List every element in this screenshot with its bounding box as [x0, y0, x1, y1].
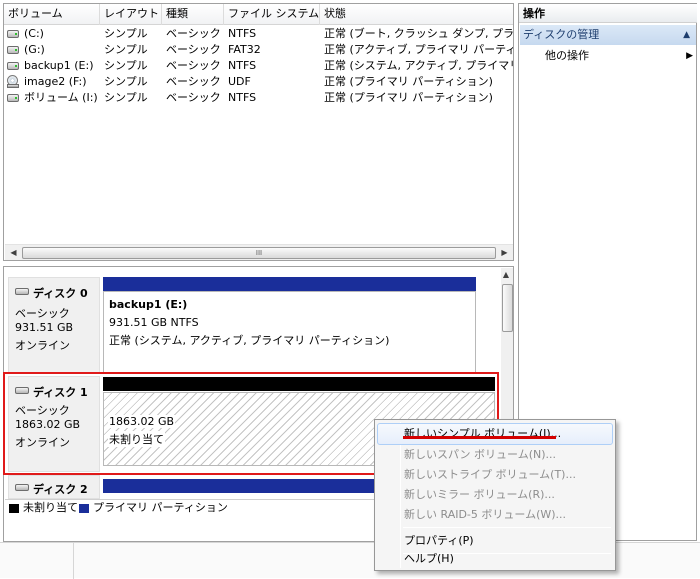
- actions-other-label: 他の操作: [545, 49, 589, 62]
- disk-2-info[interactable]: ディスク 2: [8, 475, 100, 499]
- drive-icon: [7, 46, 19, 54]
- column-header-volume[interactable]: ボリューム: [4, 4, 100, 25]
- volume-type: ベーシック: [166, 27, 221, 40]
- legend: 未割り当て プライマリ パーティション: [5, 499, 385, 517]
- volume-name: (G:): [24, 43, 45, 56]
- volume-type: ベーシック: [166, 91, 221, 104]
- drive-icon: [7, 30, 19, 38]
- menu-item-help[interactable]: ヘルプ(H): [377, 548, 613, 570]
- primary-partition-bar: [103, 277, 476, 291]
- volume-layout: シンプル: [104, 75, 148, 88]
- volume-status: 正常 (アクティブ, プライマリ パーティシ: [324, 43, 513, 56]
- menu-item-new-striped-volume[interactable]: 新しいストライプ ボリューム(T)...: [377, 464, 613, 486]
- volume-row[interactable]: image2 (F:) シンプル ベーシック UDF 正常 (プライマリ パーテ…: [4, 74, 513, 91]
- volume-list-pane: ボリューム レイアウト 種類 ファイル システム 状態 (C:) シンプル ベー…: [3, 3, 514, 261]
- disk-kind: ベーシック: [15, 307, 70, 320]
- disk-state: オンライン: [15, 339, 70, 352]
- column-header-layout[interactable]: レイアウト: [100, 4, 162, 25]
- volume-layout: シンプル: [104, 27, 148, 40]
- partition-status: 正常 (システム, アクティブ, プライマリ パーティション): [109, 334, 390, 347]
- menu-item-new-spanned-volume[interactable]: 新しいスパン ボリューム(N)...: [377, 444, 613, 466]
- volume-type: ベーシック: [166, 75, 221, 88]
- actions-section-disk-management[interactable]: ディスクの管理 ▲: [520, 25, 696, 45]
- volume-layout: シンプル: [104, 59, 148, 72]
- volume-name: backup1 (E:): [24, 59, 94, 72]
- column-header-type[interactable]: 種類: [162, 4, 224, 25]
- actions-other-item[interactable]: 他の操作 ▶: [545, 47, 695, 65]
- disk-icon: [15, 484, 29, 491]
- volume-row[interactable]: (C:) シンプル ベーシック NTFS 正常 (ブート, クラッシュ ダンプ,…: [4, 26, 513, 43]
- volume-name: (C:): [24, 27, 44, 40]
- scroll-right-arrow-icon[interactable]: ▶: [497, 246, 512, 260]
- menu-separator: [403, 527, 611, 528]
- volume-type: ベーシック: [166, 59, 221, 72]
- volume-row[interactable]: (G:) シンプル ベーシック FAT32 正常 (アクティブ, プライマリ パ…: [4, 42, 513, 59]
- collapse-arrow-icon[interactable]: ▲: [683, 25, 690, 45]
- volume-row[interactable]: backup1 (E:) シンプル ベーシック NTFS 正常 (システム, ア…: [4, 58, 513, 75]
- disk-title: ディスク 0: [33, 287, 88, 300]
- volume-filesystem: FAT32: [228, 43, 261, 56]
- volume-filesystem: NTFS: [228, 91, 257, 104]
- scroll-grip: III: [255, 249, 263, 257]
- volume-type: ベーシック: [166, 43, 221, 56]
- volume-layout: シンプル: [104, 91, 148, 104]
- partition-name: backup1 (E:): [109, 298, 188, 311]
- volume-status: 正常 (システム, アクティブ, プライマリ パ: [324, 59, 513, 72]
- disk-0-info[interactable]: ディスク 0 ベーシック 931.51 GB オンライン: [8, 277, 100, 373]
- volume-status: 正常 (プライマリ パーティション): [324, 91, 493, 104]
- actions-title: 操作: [519, 3, 697, 23]
- drive-icon: [7, 62, 19, 70]
- volume-name: ボリューム (I:): [24, 91, 98, 104]
- horizontal-scrollbar[interactable]: ◀ III ▶: [5, 244, 513, 260]
- volume-row[interactable]: ボリューム (I:) シンプル ベーシック NTFS 正常 (プライマリ パーテ…: [4, 90, 513, 107]
- disk-icon: [15, 288, 29, 295]
- highlight-underline: [403, 436, 556, 439]
- context-menu: 新しいシンプル ボリューム(I)... 新しいスパン ボリューム(N)... 新…: [374, 419, 616, 571]
- volume-filesystem: NTFS: [228, 59, 257, 72]
- volume-status: 正常 (ブート, クラッシュ ダンプ, プライ: [324, 27, 513, 40]
- column-header-filesystem[interactable]: ファイル システム: [224, 4, 320, 25]
- drive-icon: [7, 94, 19, 102]
- cd-drive-icon: [7, 75, 19, 88]
- legend-swatch-primary: [79, 504, 89, 513]
- partition-size-fs: 931.51 GB NTFS: [109, 316, 199, 329]
- menu-item-new-raid5-volume[interactable]: 新しい RAID-5 ボリューム(W)...: [377, 504, 613, 526]
- legend-unallocated: 未割り当て: [23, 501, 78, 514]
- disk-size: 931.51 GB: [15, 321, 74, 334]
- volume-list-header: ボリューム レイアウト 種類 ファイル システム 状態: [4, 4, 513, 25]
- horizontal-scroll-thumb[interactable]: III: [22, 247, 496, 259]
- volume-filesystem: NTFS: [228, 27, 257, 40]
- menu-item-new-simple-volume[interactable]: 新しいシンプル ボリューム(I)...: [377, 423, 613, 445]
- volume-name: image2 (F:): [24, 75, 87, 88]
- volume-layout: シンプル: [104, 43, 148, 56]
- legend-primary: プライマリ パーティション: [93, 501, 228, 514]
- vertical-scroll-thumb[interactable]: [502, 284, 513, 332]
- column-header-status[interactable]: 状態: [320, 4, 513, 25]
- partition-backup1[interactable]: backup1 (E:) 931.51 GB NTFS 正常 (システム, アク…: [103, 291, 476, 373]
- legend-swatch-unallocated: [9, 504, 19, 513]
- volume-status: 正常 (プライマリ パーティション): [324, 75, 493, 88]
- disk-title: ディスク 2: [33, 483, 88, 496]
- menu-item-new-mirrored-volume[interactable]: 新しいミラー ボリューム(R)...: [377, 484, 613, 506]
- scroll-up-arrow-icon[interactable]: ▲: [500, 268, 512, 282]
- scroll-left-arrow-icon[interactable]: ◀: [6, 246, 21, 260]
- submenu-arrow-icon: ▶: [686, 51, 693, 61]
- volume-filesystem: UDF: [228, 75, 251, 88]
- actions-section-label: ディスクの管理: [523, 28, 600, 41]
